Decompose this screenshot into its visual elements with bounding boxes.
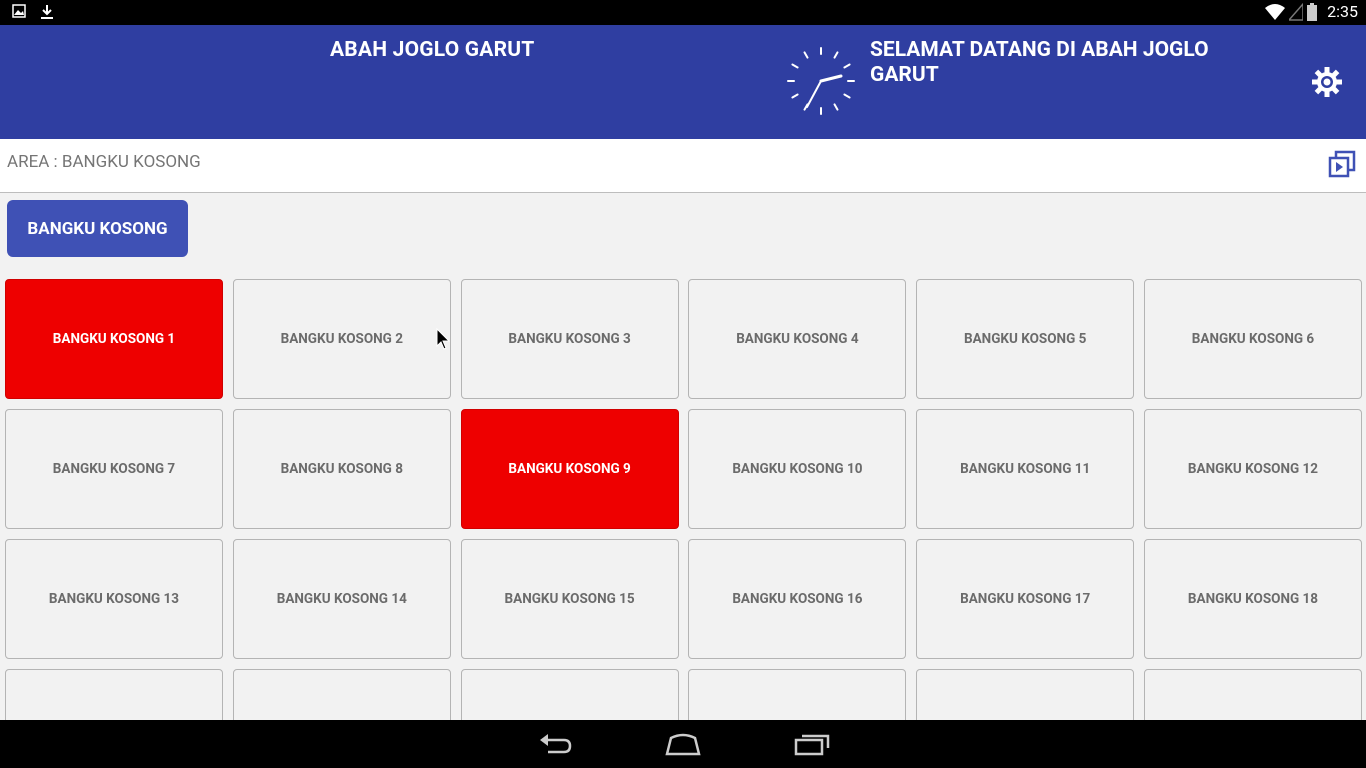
gear-icon[interactable] xyxy=(1310,65,1344,99)
navigation-bar xyxy=(0,720,1366,768)
seat-available[interactable] xyxy=(5,669,223,720)
seat-label: BANGKU KOSONG 11 xyxy=(960,461,1091,477)
battery-icon xyxy=(1307,2,1318,21)
seat-available[interactable] xyxy=(688,669,907,720)
home-icon[interactable] xyxy=(663,730,703,758)
seat-label: BANGKU KOSONG 14 xyxy=(276,591,407,607)
seat-available[interactable]: BANGKU KOSONG 16 xyxy=(688,539,907,659)
recent-apps-icon[interactable] xyxy=(792,730,832,758)
area-label: AREA : BANGKU KOSONG xyxy=(7,152,201,172)
seat-label: BANGKU KOSONG 4 xyxy=(736,331,859,347)
back-icon[interactable] xyxy=(536,730,576,758)
seat-available[interactable] xyxy=(1144,669,1362,720)
seat-label: BANGKU KOSONG 1 xyxy=(52,331,176,347)
seat-available[interactable]: BANGKU KOSONG 11 xyxy=(916,409,1135,529)
download-icon xyxy=(41,5,53,19)
seat-available[interactable] xyxy=(916,669,1135,720)
mouse-cursor-icon xyxy=(436,328,450,350)
area-bangku-kosong-button[interactable]: BANGKU KOSONG xyxy=(7,200,188,257)
seat-label: BANGKU KOSONG 13 xyxy=(48,591,180,607)
seat-label: BANGKU KOSONG 3 xyxy=(508,331,631,347)
seat-available[interactable]: BANGKU KOSONG 3 xyxy=(460,279,679,399)
welcome-text: SELAMAT DATANG DI ABAH JOGLO GARUT xyxy=(870,38,1209,87)
seat-available[interactable]: BANGKU KOSONG 14 xyxy=(232,539,451,659)
seat-grid: BANGKU KOSONG 1 BANGKU KOSONG 2 BANGKU KOS… xyxy=(5,279,1362,720)
switch-area-icon[interactable] xyxy=(1328,150,1356,178)
seat-occupied[interactable]: BANGKU KOSONG 1 xyxy=(5,279,223,399)
status-left-icons xyxy=(12,4,54,20)
seat-label: BANGKU KOSONG 5 xyxy=(963,331,1087,347)
seat-available[interactable]: BANGKU KOSONG 4 xyxy=(688,279,907,399)
seat-label: BANGKU KOSONG 8 xyxy=(280,461,403,477)
seat-available[interactable]: BANGKU KOSONG 13 xyxy=(5,539,223,659)
app-header: ABAH JOGLO GARUT SELAMAT DATANG DI ABAH … xyxy=(0,25,1366,139)
seat-available[interactable]: BANGKU KOSONG 10 xyxy=(688,409,907,529)
seat-label: BANGKU KOSONG 9 xyxy=(508,461,631,477)
seat-label: BANGKU KOSONG 7 xyxy=(52,461,176,477)
wifi-icon xyxy=(1265,3,1286,20)
seat-label: BANGKU KOSONG 2 xyxy=(280,331,403,347)
signal-icon xyxy=(1289,2,1304,21)
seat-available[interactable] xyxy=(232,669,451,720)
seat-label: BANGKU KOSONG 6 xyxy=(1191,331,1315,347)
status-time: 2:35 xyxy=(1327,2,1358,21)
app-title: ABAH JOGLO GARUT xyxy=(330,38,535,62)
seat-available[interactable]: BANGKU KOSONG 7 xyxy=(5,409,223,529)
seat-available[interactable]: BANGKU KOSONG 5 xyxy=(916,279,1135,399)
seat-label: BANGKU KOSONG 15 xyxy=(504,591,635,607)
seat-available[interactable]: BANGKU KOSONG 12 xyxy=(1144,409,1362,529)
seat-label: BANGKU KOSONG 17 xyxy=(960,591,1091,607)
seat-label: BANGKU KOSONG 12 xyxy=(1187,461,1319,477)
status-right-icons: 2:35 xyxy=(1265,2,1358,21)
seat-available[interactable]: BANGKU KOSONG 6 xyxy=(1144,279,1362,399)
analog-clock-icon xyxy=(787,47,855,115)
seat-available[interactable]: BANGKU KOSONG 17 xyxy=(916,539,1135,659)
seat-available[interactable]: BANGKU KOSONG 15 xyxy=(460,539,679,659)
area-bar: AREA : BANGKU KOSONG xyxy=(0,139,1366,193)
seat-label: BANGKU KOSONG 16 xyxy=(732,591,863,607)
seat-available[interactable]: BANGKU KOSONG 8 xyxy=(232,409,451,529)
status-bar: 2:35 xyxy=(0,0,1366,25)
image-icon xyxy=(12,4,26,18)
seat-available[interactable]: BANGKU KOSONG 18 xyxy=(1144,539,1362,659)
seat-label: BANGKU KOSONG 10 xyxy=(732,461,863,477)
seat-occupied[interactable]: BANGKU KOSONG 9 xyxy=(460,409,679,529)
seat-available[interactable]: BANGKU KOSONG 2 xyxy=(232,279,451,399)
seat-available[interactable] xyxy=(460,669,679,720)
seat-label: BANGKU KOSONG 18 xyxy=(1187,591,1319,607)
